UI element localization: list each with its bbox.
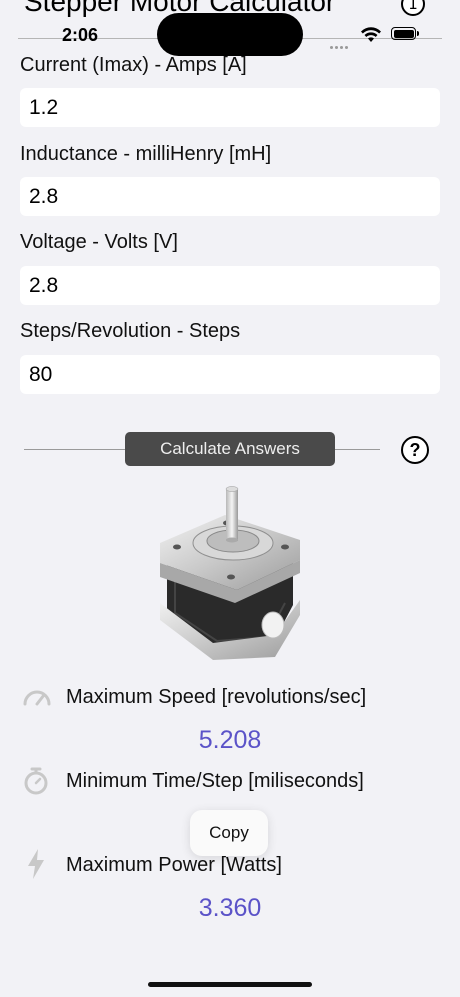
steps-input[interactable] [20, 355, 440, 394]
divider-left [24, 449, 125, 450]
max-power-label: Maximum Power [Watts] [66, 854, 282, 876]
current-label: Current (Imax) - Amps [A] [20, 54, 247, 76]
help-icon[interactable]: ? [401, 436, 429, 464]
dynamic-island [157, 13, 303, 56]
copy-menu-item[interactable]: Copy [190, 810, 268, 856]
stepper-motor-image [160, 486, 300, 660]
battery-icon [391, 27, 416, 40]
cellular-signal-icon [330, 36, 354, 49]
current-input[interactable] [20, 88, 440, 127]
home-indicator[interactable] [148, 982, 312, 987]
speedometer-icon [23, 690, 51, 706]
max-power-value[interactable]: 3.360 [0, 894, 460, 923]
voltage-input[interactable] [20, 266, 440, 305]
status-time: 2:06 [62, 25, 99, 45]
info-icon[interactable]: 1 [401, 0, 425, 16]
help-glyph: ? [409, 439, 421, 460]
battery-tip [417, 31, 419, 36]
inductance-label: Inductance - milliHenry [mH] [20, 143, 272, 165]
max-speed-label: Maximum Speed [revolutions/sec] [66, 686, 367, 708]
steps-label: Steps/Revolution - Steps [20, 320, 241, 342]
max-speed-value[interactable]: 5.208 [0, 726, 460, 755]
lightning-bolt-icon [28, 849, 44, 879]
calculate-button[interactable]: Calculate Answers [125, 432, 335, 466]
voltage-label: Voltage - Volts [V] [20, 231, 178, 253]
wifi-icon [361, 27, 381, 42]
divider-right [335, 449, 380, 450]
info-glyph: 1 [408, 0, 418, 13]
inductance-input[interactable] [20, 177, 440, 216]
min-time-label: Minimum Time/Step [miliseconds] [66, 770, 364, 792]
stopwatch-icon [24, 767, 48, 795]
